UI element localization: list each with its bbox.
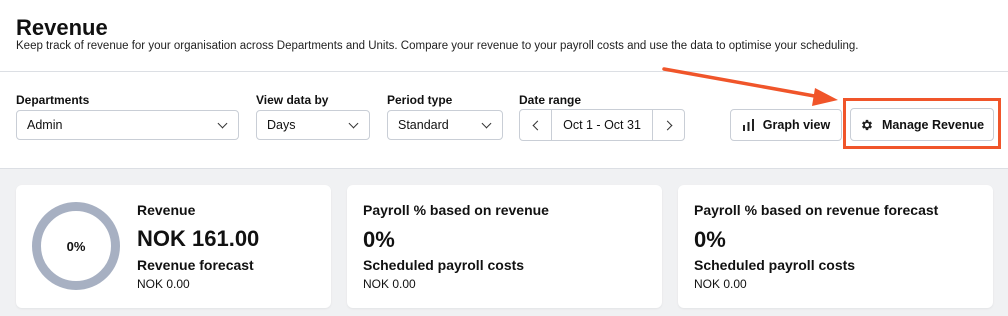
revenue-value: NOK 161.00: [137, 226, 260, 251]
payroll-forecast-costs-title: Scheduled payroll costs: [694, 257, 856, 273]
page-title: Revenue: [16, 15, 108, 40]
bar-chart-icon: [742, 119, 754, 131]
previous-period-button[interactable]: [520, 110, 552, 140]
chevron-down-icon: [481, 118, 492, 128]
payroll-costs-value: NOK 0.00: [363, 277, 416, 291]
departments-value: Admin: [27, 118, 63, 132]
date-range-label: Date range: [519, 93, 582, 107]
revenue-title: Revenue: [137, 202, 196, 218]
revenue-ring-chart: 0%: [32, 202, 120, 290]
revenue-forecast-title: Revenue forecast: [137, 257, 254, 273]
payroll-title: Payroll % based on revenue: [363, 202, 549, 218]
payroll-value: 0%: [363, 227, 395, 252]
header-divider: [0, 71, 1008, 72]
page-header: Revenue Keep track of revenue for your o…: [0, 0, 1008, 169]
period-type-label: Period type: [387, 93, 453, 107]
payroll-costs-title: Scheduled payroll costs: [363, 257, 525, 273]
revenue-ring-percent: 0%: [66, 238, 86, 254]
view-by-value: Days: [267, 118, 296, 132]
chevron-right-icon: [662, 120, 672, 130]
date-range-picker: Oct 1 - Oct 31: [519, 109, 685, 141]
annotation-highlight-box: [843, 98, 1001, 149]
date-range-value[interactable]: Oct 1 - Oct 31: [552, 118, 652, 132]
departments-select[interactable]: Admin: [16, 110, 239, 140]
payroll-forecast-costs-value: NOK 0.00: [694, 277, 747, 291]
departments-label: Departments: [16, 93, 90, 107]
chevron-down-icon: [217, 118, 228, 128]
period-type-select[interactable]: Standard: [387, 110, 503, 140]
graph-view-label: Graph view: [762, 118, 831, 132]
payroll-forecast-value: 0%: [694, 227, 726, 252]
graph-view-button[interactable]: Graph view: [730, 109, 842, 141]
chevron-down-icon: [348, 118, 359, 128]
revenue-forecast-value: NOK 0.00: [137, 277, 190, 291]
chevron-left-icon: [532, 120, 542, 130]
view-by-label: View data by: [256, 93, 329, 107]
payroll-forecast-title: Payroll % based on revenue forecast: [694, 202, 939, 218]
period-type-value: Standard: [398, 118, 449, 132]
view-by-select[interactable]: Days: [256, 110, 370, 140]
page-subtitle: Keep track of revenue for your organisat…: [16, 40, 859, 52]
next-period-button[interactable]: [652, 110, 684, 140]
